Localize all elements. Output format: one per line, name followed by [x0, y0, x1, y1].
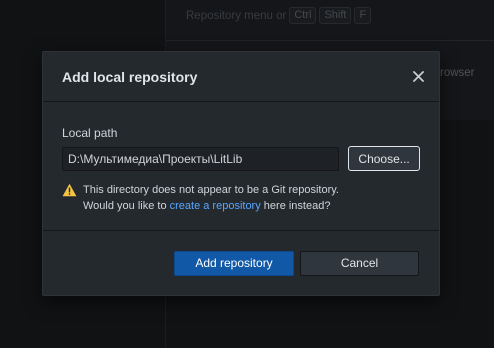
close-icon-glyph	[412, 71, 424, 82]
warning-triangle-icon	[62, 183, 77, 197]
warning-line-2: Would you like to create a repository he…	[83, 198, 339, 214]
warning-line-2-prefix: Would you like to	[83, 200, 170, 212]
choose-button[interactable]: Choose...	[348, 146, 420, 171]
warning-line-1: This directory does not appear to be a G…	[83, 184, 339, 196]
warning-line-2-suffix: here instead?	[260, 200, 331, 212]
dialog-title: Add local repository	[62, 68, 198, 85]
create-repository-link[interactable]: create a repository	[170, 200, 261, 212]
warning-message: This directory does not appear to be a G…	[62, 182, 420, 214]
add-local-repository-dialog: Add local repository Local path Choose..…	[42, 51, 440, 296]
cancel-button[interactable]: Cancel	[300, 250, 419, 276]
add-repository-button[interactable]: Add repository	[174, 250, 294, 276]
dialog-header: Add local repository	[43, 52, 439, 102]
local-path-row: Choose...	[62, 146, 420, 171]
warning-text: This directory does not appear to be a G…	[83, 182, 339, 214]
close-icon[interactable]	[409, 68, 427, 86]
dialog-body: Local path Choose... This directory does…	[43, 102, 439, 231]
local-path-input[interactable]	[62, 146, 340, 171]
dialog-footer: Add repository Cancel	[43, 231, 439, 295]
local-path-label: Local path	[62, 126, 118, 140]
